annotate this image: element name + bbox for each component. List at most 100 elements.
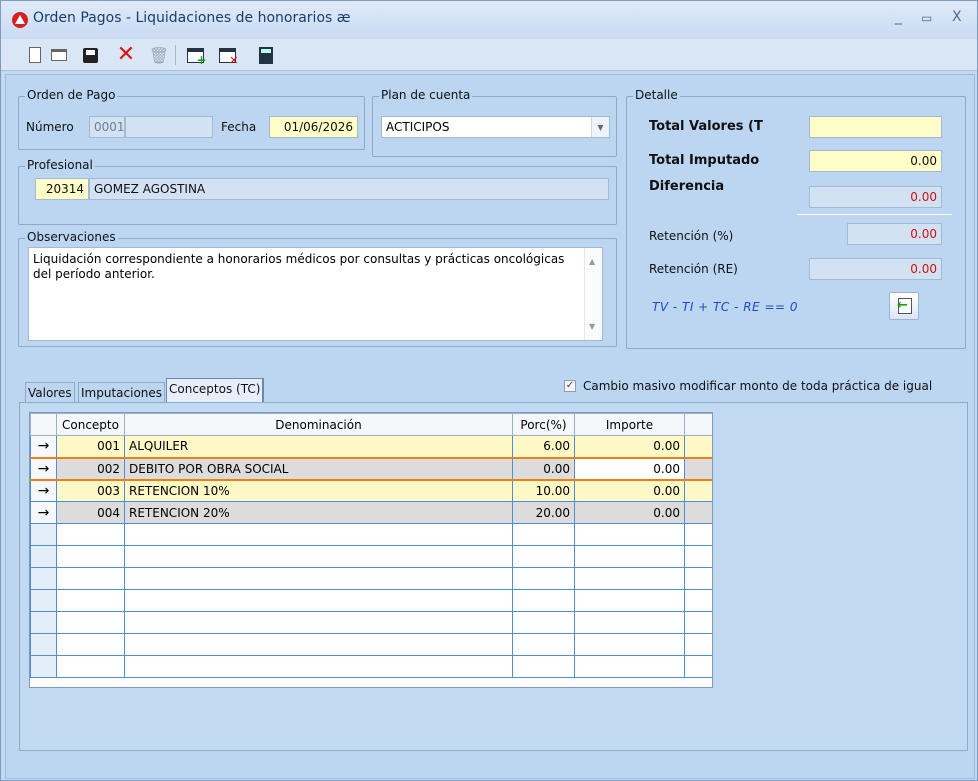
- filler-cell: [684, 435, 712, 458]
- column-header-importe[interactable]: Importe: [574, 413, 685, 436]
- remove-calendar-icon[interactable]: ✕: [217, 45, 239, 67]
- total-imputado-label: Total Imputado: [649, 153, 760, 168]
- total-imputado-field[interactable]: 0.00: [809, 150, 942, 172]
- scroll-up-icon[interactable]: ▲: [589, 254, 595, 269]
- title-bar: Orden Pagos - Liquidaciones de honorario…: [1, 1, 977, 39]
- porc-cell[interactable]: 0.00: [512, 456, 575, 481]
- form-area: Orden de Pago Número 0001 Fecha 01/06/20…: [5, 74, 975, 779]
- add-calendar-icon[interactable]: +: [185, 45, 207, 67]
- app-logo-icon: [12, 12, 28, 28]
- profesional-code-field[interactable]: 20314: [35, 178, 89, 200]
- observaciones-text: Liquidación correspondiente a honorarios…: [33, 252, 565, 281]
- retencion-re-label: Retención (RE): [649, 262, 738, 276]
- denominacion-cell[interactable]: RETENCION 20%: [124, 501, 513, 524]
- table-row-selected[interactable]: → 002 DEBITO POR OBRA SOCIAL 0.00 0.00: [30, 456, 712, 481]
- plan-cuenta-legend: Plan de cuenta: [379, 88, 473, 102]
- grid-header-row: Concepto Denominación Porc(%) Importe: [30, 413, 712, 436]
- profesional-name-field[interactable]: GOMEZ AGOSTINA: [89, 178, 609, 200]
- tab-imputaciones[interactable]: Imputaciones: [78, 382, 166, 402]
- denominacion-cell[interactable]: ALQUILER: [124, 435, 513, 458]
- retencion-pct-field[interactable]: 0.00: [847, 223, 942, 245]
- row-indicator-arrow[interactable]: →: [30, 435, 57, 458]
- scroll-down-icon[interactable]: ▼: [589, 319, 595, 334]
- filler-cell: [684, 479, 712, 502]
- observaciones-scrollbar[interactable]: ▲ ▼: [584, 248, 602, 340]
- concepto-cell[interactable]: 004: [56, 501, 125, 524]
- porc-cell[interactable]: 10.00: [512, 479, 575, 502]
- retencion-pct-label: Retención (%): [649, 229, 734, 243]
- orden-pago-legend: Orden de Pago: [25, 88, 118, 102]
- new-document-icon[interactable]: [25, 45, 45, 65]
- numero-extra-field[interactable]: [125, 116, 213, 138]
- profesional-legend: Profesional: [25, 158, 95, 172]
- app-window: Orden Pagos - Liquidaciones de honorario…: [0, 0, 978, 781]
- diferencia-field[interactable]: 0.00: [809, 186, 942, 208]
- total-valores-field[interactable]: [809, 116, 942, 138]
- conceptos-grid[interactable]: Concepto Denominación Porc(%) Importe → …: [29, 412, 713, 688]
- window-title: Orden Pagos - Liquidaciones de honorario…: [33, 10, 351, 26]
- concepto-cell[interactable]: 001: [56, 435, 125, 458]
- toolbar: ✕ 🗑 + ✕: [1, 39, 977, 71]
- retencion-re-field[interactable]: 0.00: [809, 258, 942, 280]
- row-indicator-arrow[interactable]: →: [30, 456, 57, 481]
- total-valores-label: Total Valores (T: [649, 119, 763, 134]
- porc-cell[interactable]: 6.00: [512, 435, 575, 458]
- denominacion-cell[interactable]: DEBITO POR OBRA SOCIAL: [124, 456, 513, 481]
- detalle-group: Detalle Total Valores (T Total Imputado …: [626, 88, 966, 349]
- empty-row[interactable]: [30, 589, 712, 612]
- balance-formula: TV - TI + TC - RE == 0: [652, 300, 799, 314]
- empty-row[interactable]: [30, 567, 712, 590]
- fecha-label: Fecha: [221, 120, 257, 134]
- chevron-down-icon[interactable]: ▼: [591, 117, 609, 137]
- cambio-masivo-label: Cambio masivo modificar monto de toda pr…: [583, 379, 933, 393]
- minimize-button[interactable]: _: [895, 9, 902, 25]
- plan-cuenta-select[interactable]: ACTICIPOS ▼: [381, 116, 610, 138]
- observaciones-textarea[interactable]: Liquidación correspondiente a honorarios…: [28, 247, 603, 341]
- concepto-cell[interactable]: 003: [56, 479, 125, 502]
- open-folder-icon[interactable]: [49, 45, 69, 65]
- empty-row[interactable]: [30, 655, 712, 678]
- column-header-porc[interactable]: Porc(%): [512, 413, 575, 436]
- cambio-masivo-checkbox[interactable]: ✓: [564, 380, 576, 392]
- grid-corner: [30, 413, 57, 436]
- profesional-group: Profesional 20314 GOMEZ AGOSTINA: [18, 158, 617, 225]
- empty-row[interactable]: [30, 611, 712, 634]
- orden-pago-group: Orden de Pago Número 0001 Fecha 01/06/20…: [18, 88, 365, 150]
- row-indicator-arrow[interactable]: →: [30, 501, 57, 524]
- table-row[interactable]: → 001 ALQUILER 6.00 0.00: [30, 435, 712, 458]
- recalculate-button[interactable]: [889, 292, 919, 320]
- table-row[interactable]: → 003 RETENCION 10% 10.00 0.00: [30, 479, 712, 502]
- calculator-icon[interactable]: [256, 45, 276, 65]
- numero-label: Número: [26, 120, 74, 134]
- porc-cell[interactable]: 20.00: [512, 501, 575, 524]
- toolbar-separator: [175, 45, 176, 65]
- table-row[interactable]: → 004 RETENCION 20% 20.00 0.00: [30, 501, 712, 524]
- save-icon[interactable]: [80, 45, 100, 65]
- document-arrow-icon: [897, 298, 912, 314]
- importe-cell[interactable]: 0.00: [574, 501, 685, 524]
- tab-conceptos[interactable]: Conceptos (TC): [166, 378, 265, 402]
- empty-row[interactable]: [30, 523, 712, 546]
- row-indicator-arrow[interactable]: →: [30, 479, 57, 502]
- numero-field[interactable]: 0001: [89, 116, 125, 138]
- fecha-field[interactable]: 01/06/2026: [269, 116, 358, 138]
- importe-cell[interactable]: 0.00: [574, 435, 685, 458]
- tab-valores[interactable]: Valores: [25, 382, 75, 402]
- empty-row[interactable]: [30, 633, 712, 656]
- close-button[interactable]: X: [952, 9, 962, 25]
- observaciones-group: Observaciones Liquidación correspondient…: [18, 230, 617, 347]
- column-header-concepto[interactable]: Concepto: [56, 413, 125, 436]
- filler-cell: [684, 501, 712, 524]
- concepto-cell[interactable]: 002: [56, 456, 125, 481]
- conceptos-tab-panel: Concepto Denominación Porc(%) Importe → …: [19, 402, 968, 751]
- denominacion-cell[interactable]: RETENCION 10%: [124, 479, 513, 502]
- importe-cell[interactable]: 0.00: [574, 479, 685, 502]
- column-header-denominacion[interactable]: Denominación: [124, 413, 513, 436]
- importe-cell-editing[interactable]: 0.00: [574, 456, 685, 481]
- plan-cuenta-selected: ACTICIPOS: [386, 120, 450, 134]
- diferencia-label: Diferencia: [649, 179, 725, 194]
- detalle-divider: [797, 214, 952, 215]
- maximize-button[interactable]: ▭: [921, 11, 932, 25]
- empty-row[interactable]: [30, 545, 712, 568]
- delete-icon[interactable]: ✕: [116, 44, 136, 66]
